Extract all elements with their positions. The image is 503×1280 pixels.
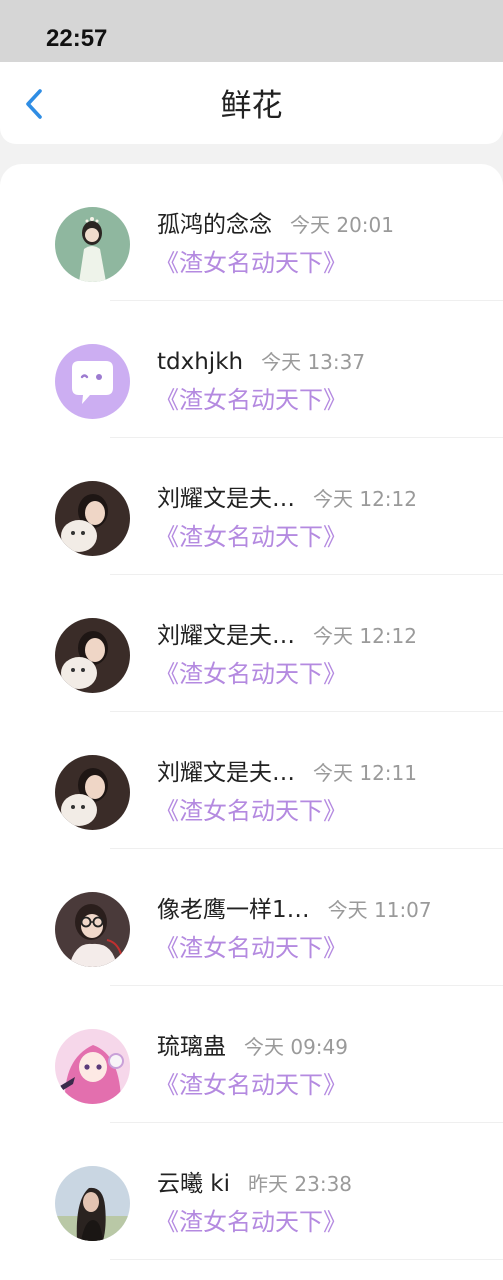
list-item[interactable]: 云曦 ki 昨天 23:38 《渣女名动天下》: [0, 1123, 503, 1260]
book-title-link[interactable]: 《渣女名动天下》: [155, 657, 347, 691]
book-title-link[interactable]: 《渣女名动天下》: [155, 931, 347, 965]
girl-avatar-icon: [55, 207, 130, 282]
user-name: 像老鹰一样1…: [157, 897, 310, 923]
list-item[interactable]: 像老鹰一样1… 今天 11:07 《渣女名动天下》: [0, 849, 503, 986]
avatar[interactable]: [55, 618, 130, 693]
avatar[interactable]: [55, 481, 130, 556]
gift-time: 今天 13:37: [261, 350, 366, 374]
list-item[interactable]: 琉璃蛊 今天 09:49 《渣女名动天下》: [0, 986, 503, 1123]
book-title-link[interactable]: 《渣女名动天下》: [155, 1205, 347, 1239]
user-name: tdxhjkh: [157, 349, 244, 375]
girl-with-dog-icon: [55, 618, 130, 693]
avatar[interactable]: [55, 1166, 130, 1241]
gift-time: 今天 09:49: [244, 1035, 348, 1059]
status-bar: 22:57: [0, 0, 503, 62]
avatar[interactable]: [55, 344, 130, 419]
book-title-link[interactable]: 《渣女名动天下》: [155, 1068, 347, 1102]
gift-time: 今天 20:01: [290, 213, 394, 237]
anime-girl-icon: [55, 1029, 130, 1104]
book-title-link[interactable]: 《渣女名动天下》: [155, 520, 347, 554]
divider: [110, 1259, 503, 1260]
girl-with-glasses-icon: [55, 892, 130, 967]
gift-time: 今天 12:12: [313, 487, 417, 511]
avatar[interactable]: [55, 755, 130, 830]
status-time: 22:57: [46, 25, 108, 52]
user-name: 刘耀文是夫…: [157, 486, 295, 512]
gift-time: 昨天 23:38: [248, 1172, 353, 1196]
flower-gift-list: 孤鸿的念念 今天 20:01 《渣女名动天下》 tdxhjkh 今天 13:37…: [0, 164, 503, 1280]
avatar[interactable]: [55, 207, 130, 282]
user-name: 孤鸿的念念: [157, 212, 272, 238]
user-name: 刘耀文是夫…: [157, 760, 295, 786]
list-item[interactable]: 刘耀文是夫… 今天 12:12 《渣女名动天下》: [0, 575, 503, 712]
girl-with-dog-icon: [55, 481, 130, 556]
list-item[interactable]: 孤鸿的念念 今天 20:01 《渣女名动天下》: [0, 164, 503, 301]
user-name: 刘耀文是夫…: [157, 623, 295, 649]
book-title-link[interactable]: 《渣女名动天下》: [155, 383, 347, 417]
gift-time: 今天 12:11: [313, 761, 417, 785]
girl-with-dog-icon: [55, 755, 130, 830]
page-title: 鲜花: [220, 88, 283, 124]
list-item[interactable]: tdxhjkh 今天 13:37 《渣女名动天下》: [0, 301, 503, 438]
avatar[interactable]: [55, 892, 130, 967]
gift-time: 今天 11:07: [327, 898, 432, 922]
user-name: 云曦 ki: [157, 1171, 231, 1197]
navigation-bar: 鲜花: [0, 62, 503, 144]
user-name: 琉璃蛊: [157, 1034, 226, 1060]
book-title-link[interactable]: 《渣女名动天下》: [155, 246, 347, 280]
list-item[interactable]: 刘耀文是夫… 今天 12:12 《渣女名动天下》: [0, 438, 503, 575]
list-item[interactable]: 刘耀文是夫… 今天 12:11 《渣女名动天下》: [0, 712, 503, 849]
avatar[interactable]: [55, 1029, 130, 1104]
book-title-link[interactable]: 《渣女名动天下》: [155, 794, 347, 828]
gift-time: 今天 12:12: [313, 624, 417, 648]
chat-bubble-icon: [55, 344, 130, 419]
girl-dark-hair-icon: [55, 1166, 130, 1241]
